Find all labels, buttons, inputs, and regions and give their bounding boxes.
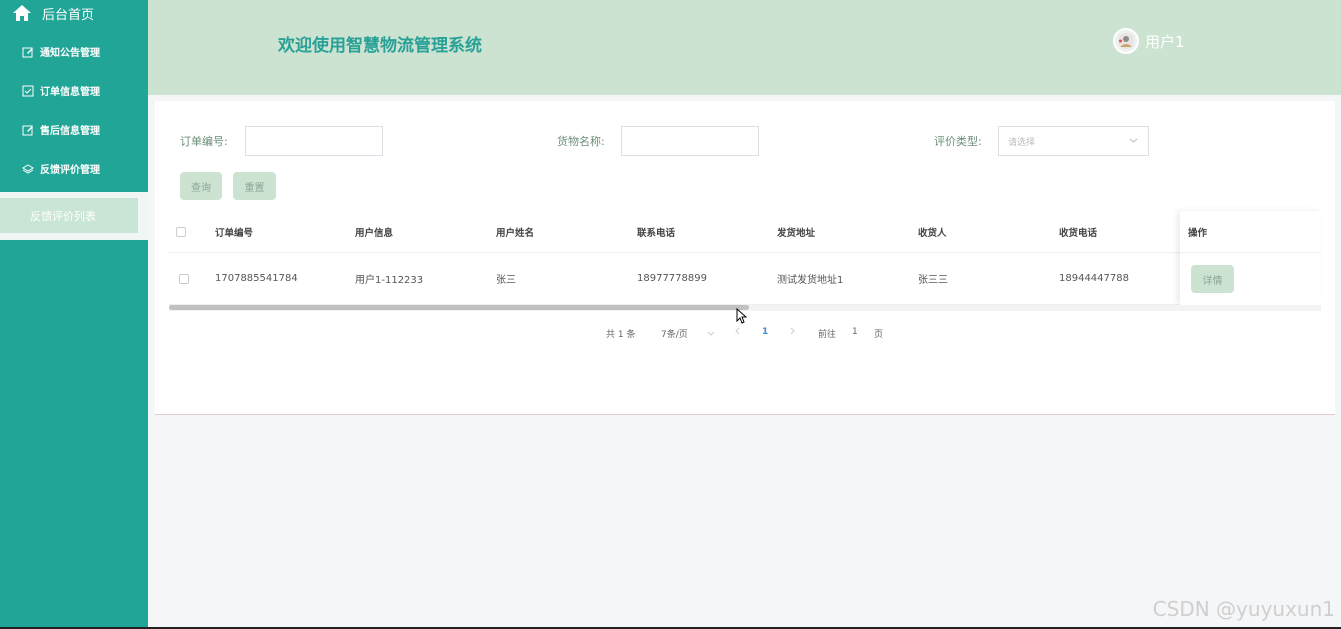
order-no-input[interactable] [245,126,383,156]
sidebar: 后台首页 通知公告管理 订单信息管理 售后信息管理 反馈评价管理 反馈评价列表 [0,0,148,629]
table-header-row: 订单编号 用户信息 用户姓名 联系电话 发货地址 收货人 收货电话 [169,211,1321,253]
chevron-down-icon [707,331,714,336]
goto-label: 前往 [818,330,837,340]
page-size-select[interactable]: 7条/页 [661,327,715,340]
detail-button[interactable]: 详情 [1191,265,1234,293]
chevron-left-icon [735,327,740,335]
sidebar-item-order[interactable]: 订单信息管理 [0,71,148,110]
sidebar-subitem-feedback-list[interactable]: 反馈评价列表 [0,198,138,233]
col-header: 发货地址 [777,227,816,239]
col-header: 用户姓名 [496,227,535,239]
pagination-total: 共 1 条 [606,330,636,340]
fixed-action-column: 操作 详情 [1180,211,1321,305]
sidebar-item-aftersale[interactable]: 售后信息管理 [0,110,148,149]
page-size-value: 7条/页 [661,330,688,340]
check-square-icon [22,85,34,97]
chevron-down-icon [1129,138,1138,143]
chevron-right-icon [790,327,795,335]
page-title: 欢迎使用智慧物流管理系统 [278,36,482,56]
layers-icon [22,163,34,175]
edit-icon [22,46,34,58]
page-number-current[interactable]: 1 [762,327,768,337]
rating-type-select[interactable]: 请选择 [998,126,1149,156]
table-row: 1707885541784 用户1-112233 张三 18977778899 … [169,253,1321,305]
action-cell: 详情 [1180,253,1321,305]
page-suffix: 页 [874,330,884,340]
rating-type-placeholder: 请选择 [1008,137,1036,148]
sidebar-item-label: 售后信息管理 [40,126,100,137]
sidebar-item-notice[interactable]: 通知公告管理 [0,32,148,71]
select-all-checkbox[interactable] [176,226,186,237]
watermark: CSDN @yuyuxun1 [1152,597,1335,621]
col-header: 收货人 [918,227,947,239]
row-checkbox[interactable] [179,273,189,284]
sidebar-home-label: 后台首页 [42,7,95,23]
user-menu[interactable]: 用户1 [1113,28,1185,54]
rating-type-label: 评价类型: [934,135,982,148]
user-name: 用户1 [1145,32,1185,51]
cell-phone: 18977778899 [637,273,707,284]
sidebar-item-label: 反馈评价管理 [40,165,100,176]
cell-receiver-phone: 18944447788 [1059,273,1129,284]
goto-page-input[interactable]: 1 [852,327,858,337]
query-button[interactable]: 查询 [180,172,222,200]
reset-button[interactable]: 重置 [233,172,276,200]
home-icon [13,5,31,21]
app-root: 后台首页 通知公告管理 订单信息管理 售后信息管理 反馈评价管理 反馈评价列表 … [0,0,1341,629]
select-all-cell [176,211,186,252]
cell-user-info: 用户1-112233 [355,275,424,286]
cell-user-name: 张三 [496,275,516,286]
user-avatar-icon [1118,33,1134,49]
sidebar-home[interactable]: 后台首页 [0,0,148,26]
sidebar-item-label: 通知公告管理 [40,48,100,59]
next-page-button[interactable] [788,327,796,338]
cell-receiver: 张三三 [918,275,948,286]
sidebar-item-label: 订单信息管理 [40,87,100,98]
content-card: 订单编号: 货物名称: 评价类型: 请选择 查询 重置 订单编号 用户信息 用户… [155,101,1335,415]
sidebar-submenu: 反馈评价列表 [0,192,148,240]
prev-page-button[interactable] [734,327,742,338]
mouse-cursor-icon [736,308,747,324]
edit-icon [22,124,34,136]
col-header: 用户信息 [355,227,394,239]
col-header: 订单编号 [215,227,254,239]
col-header: 联系电话 [637,227,676,239]
cell-ship-address: 测试发货地址1 [777,275,844,286]
order-no-label: 订单编号: [180,135,228,148]
col-header: 收货电话 [1059,227,1098,239]
sidebar-item-feedback[interactable]: 反馈评价管理 [0,149,148,188]
goods-name-label: 货物名称: [557,135,605,148]
col-header-action: 操作 [1180,211,1321,253]
scrollbar-thumb[interactable] [169,305,749,310]
goods-name-input[interactable] [621,126,759,156]
cell-order-no: 1707885541784 [215,273,298,284]
row-select-cell [179,253,189,304]
header: 欢迎使用智慧物流管理系统 用户1 [148,0,1341,95]
avatar [1113,28,1139,54]
